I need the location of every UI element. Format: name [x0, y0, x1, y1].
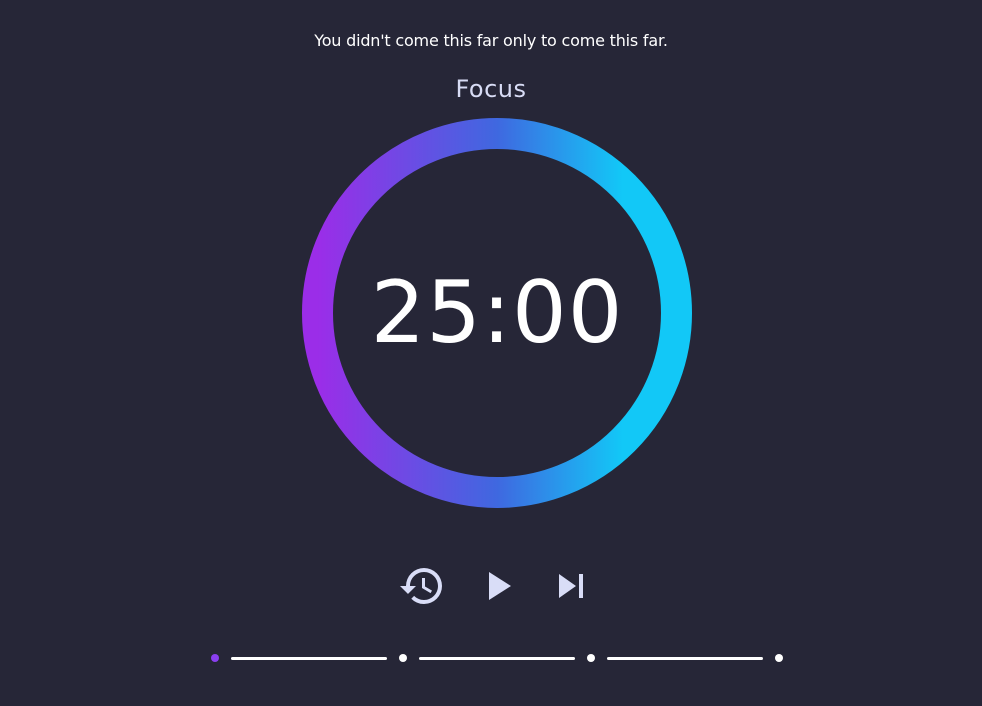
session-dot-2 — [399, 654, 407, 662]
session-bar-3 — [607, 657, 763, 660]
history-icon — [400, 568, 442, 604]
skip-button[interactable] — [547, 562, 595, 610]
timer-controls — [0, 562, 982, 610]
mode-label: Focus — [455, 75, 527, 103]
session-dot-3 — [587, 654, 595, 662]
play-button[interactable] — [475, 562, 523, 610]
session-dot-4 — [775, 654, 783, 662]
session-dot-1 — [211, 654, 219, 662]
session-progress — [0, 648, 982, 668]
reset-button[interactable] — [398, 562, 446, 610]
timer-display: 25:00 — [370, 263, 624, 363]
play-icon — [489, 572, 511, 600]
pomodoro-app: You didn't come this far only to come th… — [0, 0, 982, 706]
skip-next-icon — [559, 574, 583, 598]
motivational-quote: You didn't come this far only to come th… — [314, 31, 668, 50]
session-bar-2 — [419, 657, 575, 660]
session-bar-1 — [231, 657, 387, 660]
